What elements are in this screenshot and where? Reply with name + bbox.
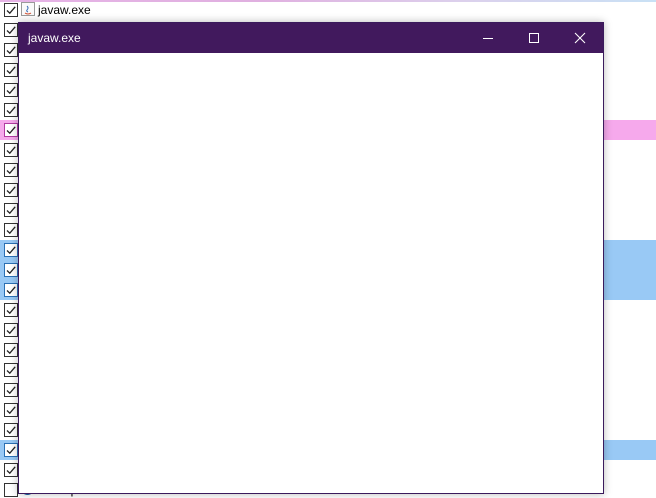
checkmark-icon xyxy=(6,306,16,315)
checkmark-icon xyxy=(6,466,16,475)
row-checkbox[interactable] xyxy=(4,343,18,357)
row-checkbox[interactable] xyxy=(4,83,18,97)
top-color-strip xyxy=(0,0,656,2)
row-checkbox[interactable] xyxy=(4,463,18,477)
row-checkbox[interactable] xyxy=(4,443,18,457)
close-button[interactable] xyxy=(557,23,603,53)
row-checkbox[interactable] xyxy=(4,103,18,117)
checkmark-icon xyxy=(6,266,16,275)
checkmark-icon xyxy=(6,406,16,415)
row-checkbox[interactable] xyxy=(4,323,18,337)
minimize-button[interactable] xyxy=(465,23,511,53)
checkmark-icon xyxy=(6,246,16,255)
window-title: javaw.exe xyxy=(28,31,81,45)
row-checkbox[interactable] xyxy=(4,143,18,157)
checkmark-icon xyxy=(6,126,16,135)
row-checkbox[interactable] xyxy=(4,263,18,277)
row-checkbox[interactable] xyxy=(4,203,18,217)
row-checkbox[interactable] xyxy=(4,163,18,177)
row-checkbox[interactable] xyxy=(4,383,18,397)
checkmark-icon xyxy=(6,206,16,215)
checkmark-icon xyxy=(6,6,16,15)
maximize-icon xyxy=(529,33,539,43)
checkmark-icon xyxy=(6,146,16,155)
checkmark-icon xyxy=(6,186,16,195)
checkmark-icon xyxy=(6,166,16,175)
row-checkbox[interactable] xyxy=(4,423,18,437)
row-checkbox[interactable] xyxy=(4,223,18,237)
checkmark-icon xyxy=(6,326,16,335)
checkmark-icon xyxy=(6,366,16,375)
checkmark-icon xyxy=(6,226,16,235)
checkmark-icon xyxy=(6,86,16,95)
window-client-area[interactable] xyxy=(19,53,603,493)
row-checkbox[interactable] xyxy=(4,23,18,37)
row-checkbox[interactable] xyxy=(4,43,18,57)
checkmark-icon xyxy=(6,446,16,455)
row-checkbox[interactable] xyxy=(4,483,18,497)
window-titlebar[interactable]: javaw.exe xyxy=(19,23,603,53)
checkmark-icon xyxy=(6,66,16,75)
row-checkbox[interactable] xyxy=(4,403,18,417)
row-checkbox[interactable] xyxy=(4,183,18,197)
row-checkbox[interactable] xyxy=(4,243,18,257)
close-icon xyxy=(574,32,586,44)
list-item[interactable]: javaw.exe xyxy=(0,0,656,20)
checkmark-icon xyxy=(6,46,16,55)
checkmark-icon xyxy=(6,286,16,295)
maximize-button[interactable] xyxy=(511,23,557,53)
process-name: javaw.exe xyxy=(38,3,91,17)
row-checkbox[interactable] xyxy=(4,363,18,377)
row-checkbox[interactable] xyxy=(4,283,18,297)
checkmark-icon xyxy=(6,106,16,115)
screen: javaw.exemscdqcfc.exe javaw.exe xyxy=(0,0,656,498)
row-checkbox[interactable] xyxy=(4,303,18,317)
checkmark-icon xyxy=(6,426,16,435)
checkmark-icon xyxy=(6,346,16,355)
java-icon xyxy=(21,2,35,16)
checkmark-icon xyxy=(6,26,16,35)
row-checkbox[interactable] xyxy=(4,3,18,17)
row-checkbox[interactable] xyxy=(4,63,18,77)
minimize-icon xyxy=(483,38,493,39)
javaw-window[interactable]: javaw.exe xyxy=(18,22,604,494)
row-checkbox[interactable] xyxy=(4,123,18,137)
checkmark-icon xyxy=(6,386,16,395)
